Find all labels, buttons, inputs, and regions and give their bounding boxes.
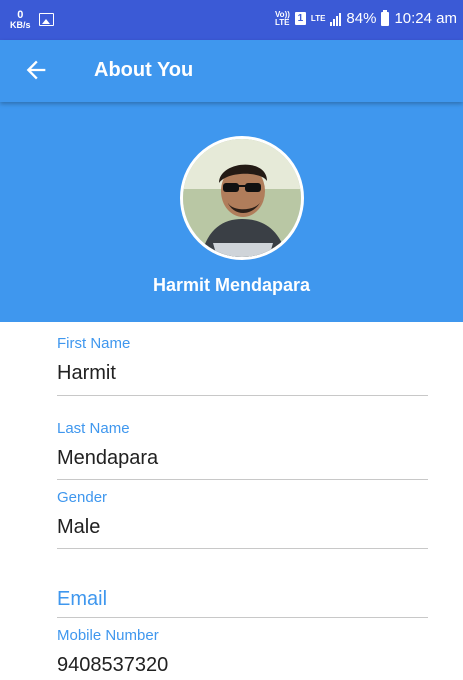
volte-icon: Vo)) LTE (274, 9, 290, 27)
profile-name: Harmit Mendapara (152, 275, 311, 295)
arrow-back-icon[interactable] (22, 56, 50, 84)
last-name-value[interactable]: Mendapara (57, 447, 428, 470)
gender-label: Gender (57, 489, 108, 506)
email-underline (57, 617, 428, 618)
data-rate-indicator: 0 KB/s (10, 9, 31, 30)
last-name-label: Last Name (57, 420, 130, 437)
app-bar: About You (0, 40, 463, 102)
profile-header: Harmit Mendapara (0, 102, 463, 322)
last-name-field[interactable]: Last Name Mendapara (57, 420, 428, 482)
battery-icon (381, 9, 390, 26)
email-placeholder: Email (57, 588, 108, 610)
first-name-value[interactable]: Harmit (57, 362, 428, 385)
email-field[interactable]: Email (57, 588, 428, 620)
mobile-number-value[interactable]: 9408537320 (57, 654, 428, 677)
mobile-number-label: Mobile Number (57, 627, 159, 644)
first-name-field[interactable]: First Name Harmit (57, 335, 428, 397)
first-name-label: First Name (57, 335, 131, 352)
status-bar: 0 KB/s Vo)) LTE 1 LTE 84% 10:24 am (0, 0, 463, 40)
gallery-notification-icon (38, 13, 54, 26)
last-name-underline (57, 479, 428, 480)
gender-underline (57, 548, 428, 549)
sim-icon: 1 (294, 12, 306, 25)
gender-value[interactable]: Male (57, 516, 428, 539)
avatar[interactable] (180, 136, 304, 260)
clock: 10:24 am (394, 10, 457, 27)
battery-percent: 84% (346, 10, 377, 27)
lte-icon: LTE (310, 13, 326, 23)
first-name-underline (57, 395, 428, 396)
signal-icon (330, 12, 342, 26)
gender-field[interactable]: Gender Male (57, 489, 428, 551)
mobile-number-field[interactable]: Mobile Number 9408537320 (57, 627, 428, 680)
page-title: About You (94, 59, 194, 81)
